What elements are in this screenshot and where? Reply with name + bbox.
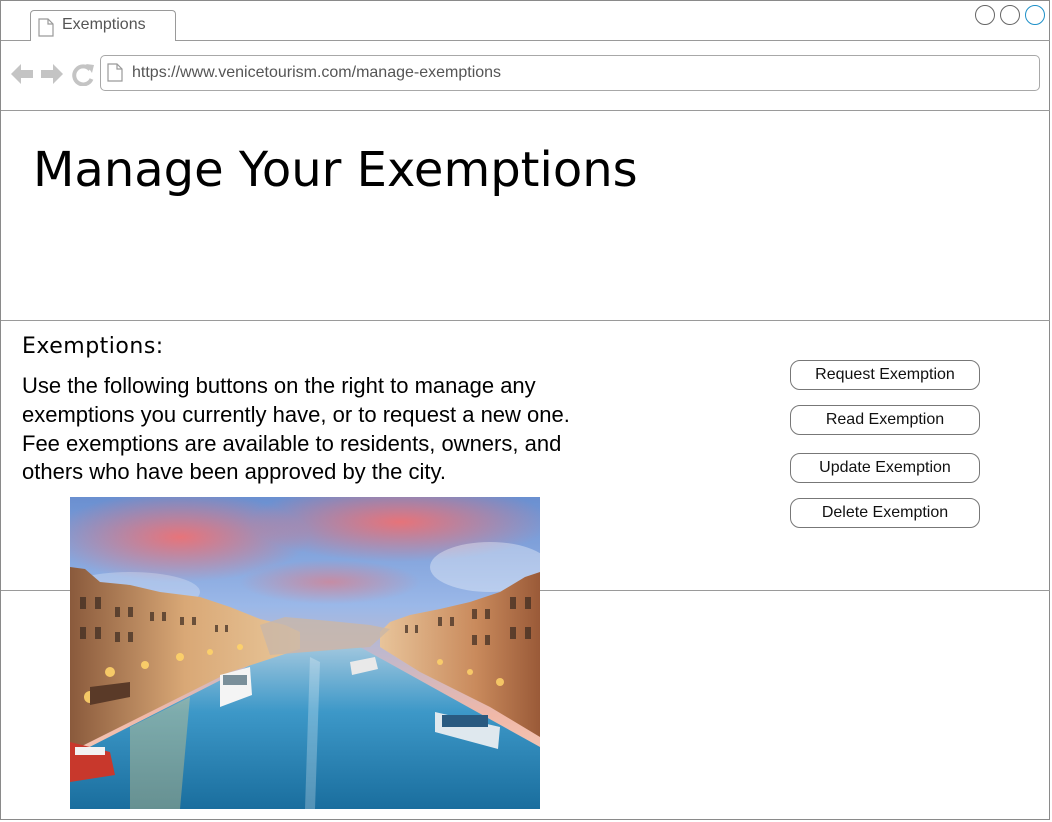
url-text[interactable]: https://www.venicetourism.com/manage-exe… <box>132 64 501 82</box>
browser-tab[interactable]: Exemptions <box>30 10 176 41</box>
page-icon <box>107 63 123 87</box>
tab-label: Exemptions <box>62 16 146 33</box>
read-exemption-button[interactable]: Read Exemption <box>790 405 980 435</box>
minimize-button[interactable] <box>975 5 995 25</box>
page-title: Manage Your Exemptions <box>33 142 638 198</box>
section-divider-top <box>1 320 1050 321</box>
toolbar-divider <box>1 110 1050 111</box>
request-exemption-button[interactable]: Request Exemption <box>790 360 980 390</box>
update-exemption-button[interactable]: Update Exemption <box>790 453 980 483</box>
page-icon <box>38 18 54 42</box>
venice-canal-photo <box>70 497 540 809</box>
address-bar[interactable]: https://www.venicetourism.com/manage-exe… <box>100 55 1040 91</box>
close-button[interactable] <box>1025 5 1045 25</box>
section-description: Use the following buttons on the right t… <box>22 373 570 485</box>
section-heading: Exemptions: <box>22 334 164 359</box>
navigation-controls <box>10 62 96 91</box>
reload-icon[interactable] <box>72 64 94 87</box>
delete-exemption-button[interactable]: Delete Exemption <box>790 498 980 528</box>
maximize-button[interactable] <box>1000 5 1020 25</box>
forward-arrow-icon[interactable] <box>41 64 63 84</box>
back-arrow-icon[interactable] <box>11 64 33 84</box>
